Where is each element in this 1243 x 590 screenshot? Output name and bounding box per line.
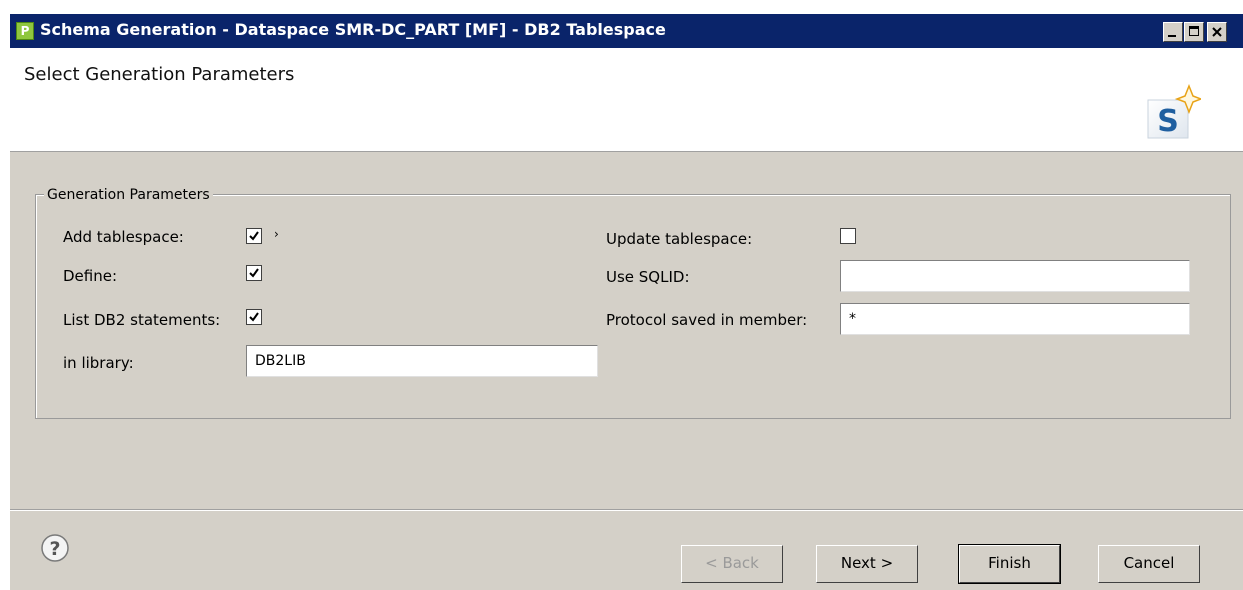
cursor-marker: › bbox=[274, 227, 279, 241]
wizard-header: Select Generation Parameters S bbox=[10, 48, 1243, 152]
schema-generation-dialog: P Schema Generation - Dataspace SMR-DC_P… bbox=[10, 14, 1243, 590]
title-bar[interactable]: P Schema Generation - Dataspace SMR-DC_P… bbox=[10, 14, 1243, 48]
svg-text:?: ? bbox=[49, 538, 60, 560]
page-title: Select Generation Parameters bbox=[24, 64, 295, 85]
list-db2-statements-checkbox[interactable] bbox=[246, 309, 262, 325]
back-button[interactable]: < Back bbox=[681, 545, 783, 583]
close-icon bbox=[1212, 27, 1222, 37]
use-sqlid-label: Use SQLID: bbox=[606, 268, 690, 286]
define-checkbox[interactable] bbox=[246, 265, 262, 281]
maximize-icon bbox=[1189, 26, 1199, 36]
close-button[interactable] bbox=[1207, 22, 1227, 42]
svg-text:S: S bbox=[1157, 104, 1179, 139]
define-label: Define: bbox=[63, 267, 118, 285]
wizard-logo-icon: S bbox=[1147, 84, 1201, 139]
window-title: Schema Generation - Dataspace SMR-DC_PAR… bbox=[40, 20, 666, 39]
finish-button[interactable]: Finish bbox=[958, 544, 1061, 584]
next-button[interactable]: Next > bbox=[816, 545, 918, 583]
maximize-button[interactable] bbox=[1184, 22, 1204, 42]
add-tablespace-checkbox[interactable] bbox=[246, 228, 262, 244]
checkmark-icon bbox=[249, 231, 259, 241]
add-tablespace-label: Add tablespace: bbox=[63, 228, 184, 246]
in-library-input[interactable] bbox=[246, 345, 598, 377]
use-sqlid-input[interactable] bbox=[840, 260, 1190, 292]
help-icon[interactable]: ? bbox=[40, 533, 70, 563]
protocol-saved-in-member-label: Protocol saved in member: bbox=[606, 311, 808, 329]
footer-separator bbox=[10, 509, 1243, 511]
checkmark-icon bbox=[249, 268, 259, 278]
protocol-saved-in-member-input[interactable] bbox=[840, 303, 1190, 335]
checkmark-icon bbox=[249, 312, 259, 322]
update-tablespace-checkbox[interactable] bbox=[840, 228, 856, 244]
in-library-label: in library: bbox=[63, 354, 134, 372]
cancel-button[interactable]: Cancel bbox=[1098, 545, 1200, 583]
minimize-icon bbox=[1168, 35, 1176, 37]
app-icon: P bbox=[16, 22, 34, 40]
update-tablespace-label: Update tablespace: bbox=[606, 230, 753, 248]
minimize-button[interactable] bbox=[1163, 22, 1183, 42]
group-label: Generation Parameters bbox=[44, 187, 213, 203]
list-db2-statements-label: List DB2 statements: bbox=[63, 311, 221, 329]
